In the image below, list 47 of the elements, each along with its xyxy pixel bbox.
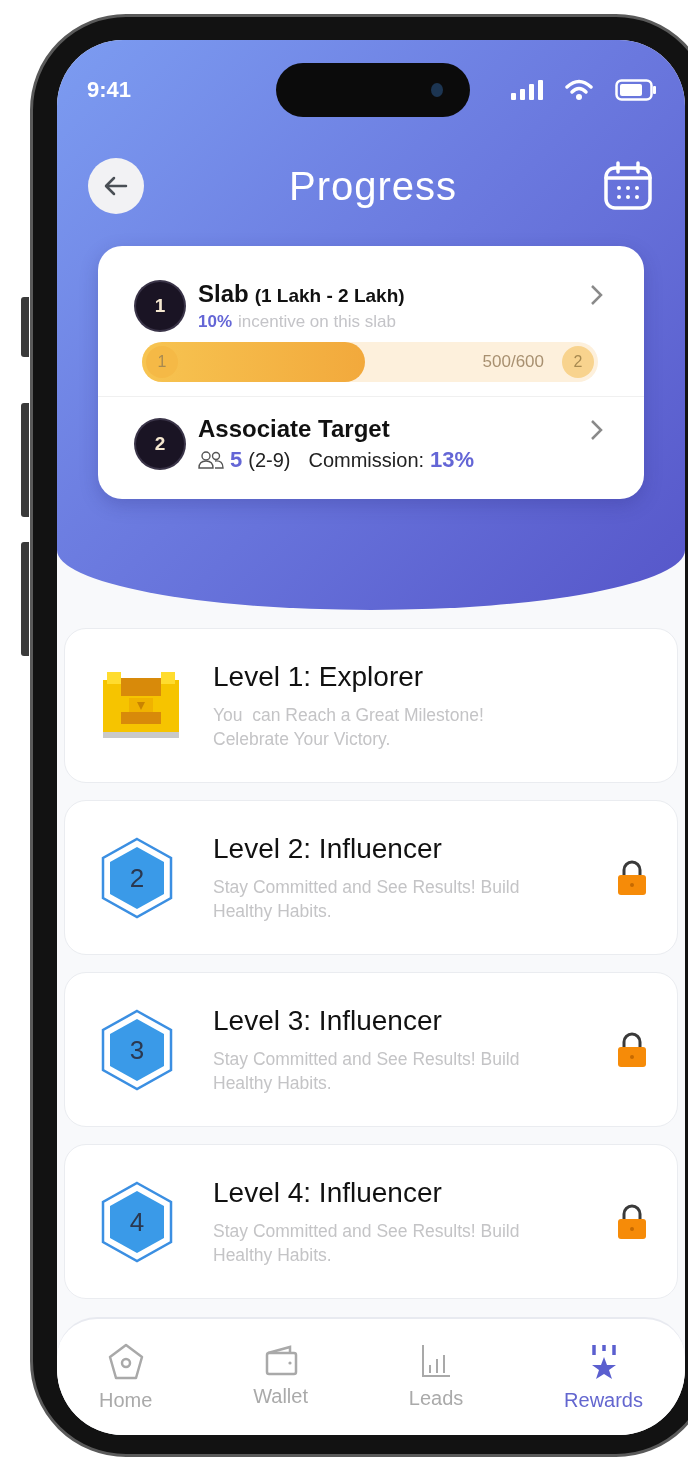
- step-number: 1: [136, 282, 184, 330]
- associate-range: (2-9): [248, 448, 291, 472]
- slab-title: Slab: [198, 280, 249, 308]
- people-icon: [198, 451, 224, 469]
- back-arrow-icon: [104, 176, 128, 196]
- wifi-icon: [565, 79, 593, 101]
- level-description: You can Reach a Great Milestone! Celebrate Your Victory.: [213, 703, 485, 751]
- level-card[interactable]: 2 Level 2: Influencer Stay Committed and See Results! Build Healthy Habits.: [64, 800, 678, 955]
- step-number: 2: [136, 420, 184, 468]
- commission-percent: 13%: [430, 447, 475, 473]
- home-icon: [107, 1343, 144, 1381]
- chevron-right-icon: [590, 419, 604, 441]
- treasure-chest-icon: [101, 671, 181, 740]
- level-description: Stay Committed and See Results! Build Healthy Habits.: [213, 1047, 521, 1095]
- level-card[interactable]: Level 1: Explorer You can Reach a Great Milestone! Celebrate Your Victory.: [64, 628, 678, 783]
- page-title: Progress: [288, 163, 458, 209]
- bar-chart-icon: [420, 1343, 453, 1379]
- slab-range: (1 Lakh - 2 Lakh): [254, 285, 405, 307]
- status-time: 9:41: [87, 77, 133, 103]
- chevron-right-icon: [590, 284, 604, 306]
- wallet-icon: [263, 1343, 298, 1377]
- tab-item[interactable]: Rewards: [564, 1343, 643, 1413]
- commission-label: Commission:: [308, 448, 425, 472]
- calendar-icon: [602, 160, 654, 212]
- progress-reading: 500/600: [482, 352, 544, 372]
- level-title: Level 4: Influencer: [213, 1176, 443, 1209]
- level-description: Stay Committed and See Results! Build Healthy Habits.: [213, 875, 521, 923]
- incentive-percent: 10%: [198, 312, 233, 332]
- level-description: Stay Committed and See Results! Build Healthy Habits.: [213, 1219, 521, 1267]
- camera-icon: [430, 82, 444, 98]
- calendar-button[interactable]: [602, 160, 654, 212]
- level-title: Level 3: Influencer: [213, 1004, 443, 1037]
- medal-star-icon: [589, 1343, 618, 1381]
- battery-icon: [615, 79, 657, 101]
- end-step-marker: 2: [562, 346, 594, 378]
- level-number: 3: [129, 1034, 145, 1065]
- level-card[interactable]: 3 Level 3: Influencer Stay Committed and See Results! Build Healthy Habits.: [64, 972, 678, 1127]
- signal-icon: [511, 80, 543, 100]
- level-card[interactable]: 4 Level 4: Influencer Stay Committed and See Results! Build Healthy Habits.: [64, 1144, 678, 1299]
- level-number: 4: [129, 1206, 145, 1237]
- associate-count: 5: [230, 447, 243, 473]
- level-title: Level 2: Influencer: [213, 832, 443, 865]
- back-button[interactable]: [88, 158, 144, 214]
- level-title: Level 1: Explorer: [213, 660, 425, 693]
- level-number: 2: [129, 862, 145, 893]
- target-title: Associate Target: [198, 415, 390, 443]
- incentive-label: incentive on this slab: [238, 312, 396, 332]
